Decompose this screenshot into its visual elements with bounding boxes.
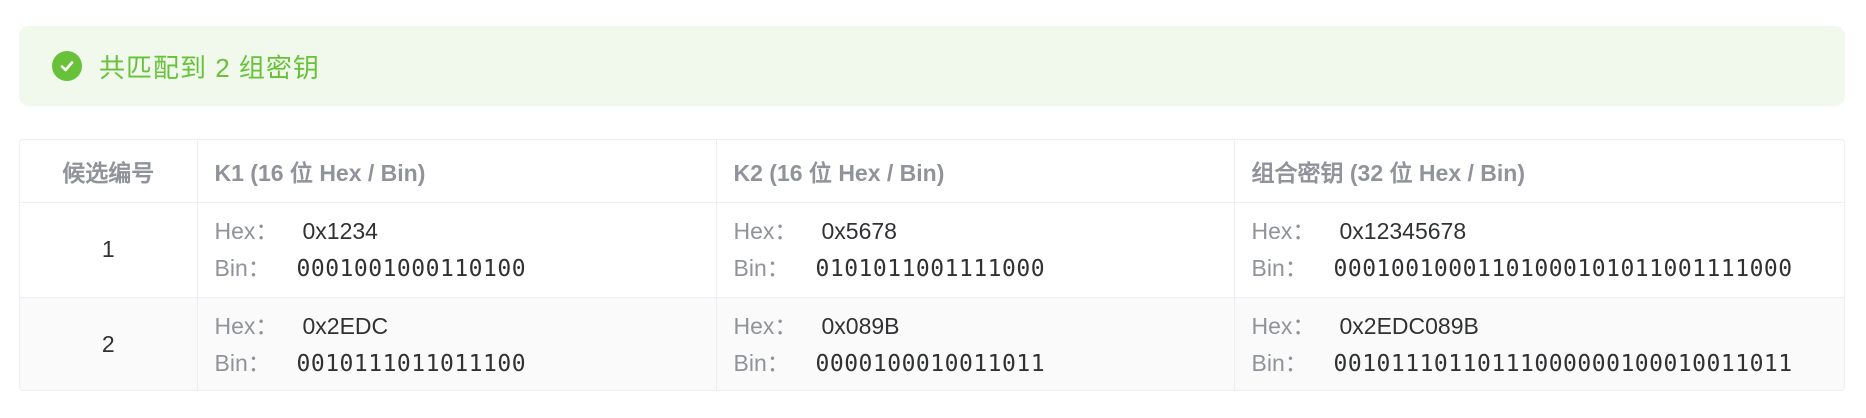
combined-key-cell: Hex： 0x2EDC089B Bin： 001011101101110000001… (1234, 297, 1844, 390)
k1-cell: Hex： 0x1234 Bin： 0001001000110100 (197, 202, 717, 298)
k1-hex-value: 0x2EDC (302, 312, 389, 339)
hex-label: Hex： (214, 217, 279, 244)
k1-cell: Hex： 0x2EDC Bin： 0010111011011100 (197, 297, 717, 390)
row-index-cell: 2 (20, 297, 198, 390)
column-header-combined: 组合密钥 (32 位 Hex / Bin) (1234, 140, 1844, 203)
bin-label: Bin： (214, 349, 271, 376)
row-index: 1 (101, 236, 115, 262)
k2-cell: Hex： 0x5678 Bin： 0101011001111000 (716, 202, 1235, 298)
bin-label: Bin： (733, 349, 790, 376)
bin-label: Bin： (1251, 254, 1308, 281)
row-index: 2 (101, 331, 115, 358)
k1-hex-value: 0x1234 (302, 217, 378, 244)
combined-hex-value: 0x12345678 (1339, 217, 1467, 244)
bin-label: Bin： (1251, 349, 1308, 376)
column-header-k1: K1 (16 位 Hex / Bin) (197, 140, 717, 203)
check-circle-icon (52, 51, 82, 81)
k2-hex-value: 0x5678 (821, 217, 897, 244)
table-row: 2 Hex： 0x2EDC Bin： 0010111011011100 Hex： 0x… (20, 297, 1844, 390)
k2-cell: Hex： 0x089B Bin： 0000100010011011 (716, 297, 1235, 390)
success-alert: 共匹配到 2 组密钥 (19, 26, 1845, 106)
key-results-table: 候选编号 K1 (16 位 Hex / Bin) K2 (16 位 Hex / … (19, 139, 1845, 391)
k1-bin-value: 0010111011011100 (296, 350, 527, 377)
alert-title: 共匹配到 2 组密钥 (99, 52, 320, 83)
combined-hex-value: 0x2EDC089B (1339, 312, 1479, 339)
combined-bin-value: 00101110110111000000100010011011 (1333, 350, 1793, 377)
hex-label: Hex： (733, 312, 798, 339)
k2-bin-value: 0000100010011011 (815, 350, 1046, 377)
bin-label: Bin： (214, 254, 271, 281)
bin-label: Bin： (733, 254, 790, 281)
k2-bin-value: 0101011001111000 (815, 255, 1046, 282)
hex-label: Hex： (214, 312, 279, 339)
column-header-k2: K2 (16 位 Hex / Bin) (716, 140, 1235, 203)
k1-bin-value: 0001001000110100 (296, 255, 527, 282)
column-header-index: 候选编号 (20, 140, 198, 203)
k2-hex-value: 0x089B (821, 312, 900, 339)
combined-bin-value: 00010010001101000101011001111000 (1333, 255, 1793, 282)
table-header-row: 候选编号 K1 (16 位 Hex / Bin) K2 (16 位 Hex / … (20, 140, 1844, 203)
row-index-cell: 1 (20, 202, 198, 298)
hex-label: Hex： (1251, 312, 1316, 339)
table-row: 1 Hex： 0x1234 Bin： 0001001000110100 Hex： 0x… (20, 202, 1844, 298)
hex-label: Hex： (733, 217, 798, 244)
combined-key-cell: Hex： 0x12345678 Bin： 000100100011010001010… (1234, 202, 1844, 298)
hex-label: Hex： (1251, 217, 1316, 244)
